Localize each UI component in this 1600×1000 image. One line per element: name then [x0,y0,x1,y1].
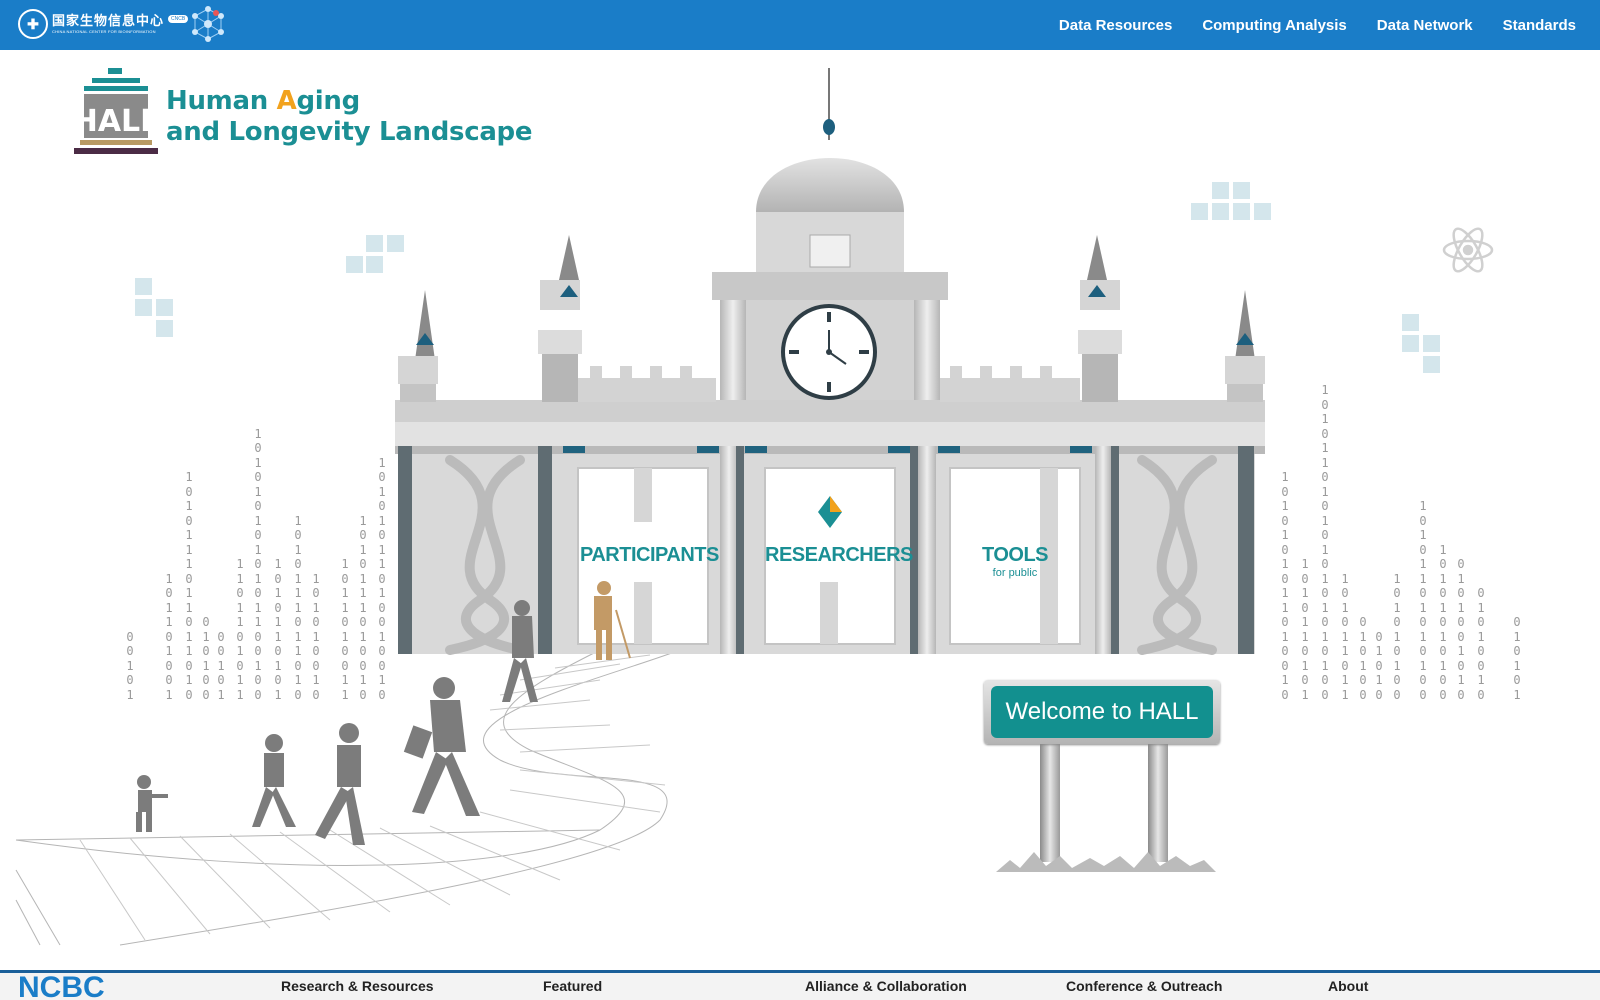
hero-section: HALL Human Aging and Longevity Landscape [0,50,1600,970]
nav-computing-analysis[interactable]: Computing Analysis [1202,17,1346,34]
binary-column: 0 0 1 0 1 [217,629,225,702]
footer-featured[interactable]: Featured [543,978,602,994]
binary-column: 0 0 1 0 1 [126,629,134,702]
molecule-icon[interactable] [190,6,226,42]
binary-column: 1 0 1 0 1 1 0 1 0 1 0 1 0 0 [1419,499,1427,702]
binary-column: 0 1 0 1 0 0 [202,615,210,702]
participants-label: PARTICIPANTS [580,544,719,566]
footer: NCBC Research & Resources Featured Allia… [0,973,1600,1000]
footer-conference-outreach[interactable]: Conference & Outreach [1066,978,1222,994]
atom-icon [1442,227,1494,273]
binary-column: 0 1 0 1 0 [1375,629,1383,702]
binary-column: 1 0 1 1 0 1 0 0 1 [165,571,173,702]
binary-column: 0 1 0 1 0 0 [1359,615,1367,702]
tools-sublabel: for public [992,567,1038,579]
researchers-label: RESEARCHERS [765,544,913,566]
ncbc-logo-icon[interactable]: NCBC [18,973,105,1000]
cncb-name-en: CHINA NATIONAL CENTER FOR BIOINFORMATION [52,28,156,34]
binary-column: 1 0 1 0 1 1 0 1 0 1 0 1 0 1 0 1 0 1 0 1 … [1321,383,1329,702]
binary-column: 1 0 1 0 1 1 0 1 0 1 [1301,557,1309,702]
binary-column: 1 0 1 0 1 0 1 0 1 0 0 [1439,542,1447,702]
binary-column: 1 0 1 0 1 0 1 0 1 1 0 1 0 0 1 0 [1281,470,1289,702]
welcome-sign-posts [996,740,1216,872]
main-nav: Data Resources Computing Analysis Data N… [1059,0,1576,50]
hall-building-illustration [15,68,1494,946]
binary-column: 1 0 1 0 1 1 1 0 1 1 0 1 0 [294,513,302,702]
cncb-emblem-icon: ✚ [18,9,48,39]
cncb-name-cn: 国家生物信息中心 [52,13,165,29]
cncb-logo-text: 国家生物信息中心 CHINA NATIONAL CENTER FOR BIOIN… [52,15,164,34]
binary-column: 1 0 1 0 1 0 1 0 1 0 1 0 1 1 0 0 1 0 0 [254,426,262,702]
footer-alliance-collaboration[interactable]: Alliance & Collaboration [805,978,967,994]
binary-column: 1 0 1 0 1 0 1 0 0 [1393,571,1401,702]
tools-door[interactable]: TOOLS for public [950,544,1080,579]
binary-column: 1 0 1 1 0 1 0 0 1 1 [341,557,349,702]
cncb-logo[interactable]: ✚ 国家生物信息中心 CHINA NATIONAL CENTER FOR BIO… [18,9,189,39]
top-nav-bar: ✚ 国家生物信息中心 CHINA NATIONAL CENTER FOR BIO… [0,0,1600,50]
clock-icon [781,304,877,400]
binary-column: 1 0 1 0 1 1 1 0 1 0 0 1 0 [359,513,367,702]
cncb-badge: CNCB [168,15,189,23]
tools-label: TOOLS [981,544,1049,566]
nav-standards[interactable]: Standards [1503,17,1576,34]
binary-column: 0 1 0 1 0 0 1 0 1 0 [1457,557,1465,702]
binary-column: 0 1 0 1 0 1 [1513,615,1521,702]
nav-data-network[interactable]: Data Network [1377,17,1473,34]
binary-column: 1 0 1 0 1 1 0 1 0 1 [274,557,282,702]
welcome-sign[interactable]: Welcome to HALL [984,680,1220,744]
binary-column: 1 1 0 1 1 0 1 0 1 1 [236,557,244,702]
researchers-door[interactable]: RESEARCHERS [765,544,913,567]
welcome-sign-text: Welcome to HALL [991,686,1213,738]
binary-column: 1 0 1 0 1 1 1 0 1 1 0 1 1 0 1 0 [185,470,193,702]
nav-data-resources[interactable]: Data Resources [1059,17,1172,34]
binary-column: 1 0 1 0 1 0 0 1 0 [312,571,320,702]
footer-about[interactable]: About [1328,978,1368,994]
binary-column: 1 0 1 0 1 0 1 1 0 1 0 0 1 0 0 1 0 [378,455,386,702]
binary-column: 1 0 1 0 1 1 0 1 1 [1341,571,1349,702]
binary-column: 0 1 0 1 0 0 1 0 [1477,586,1485,702]
participants-door[interactable]: PARTICIPANTS [580,544,719,567]
footer-research-resources[interactable]: Research & Resources [281,978,434,994]
